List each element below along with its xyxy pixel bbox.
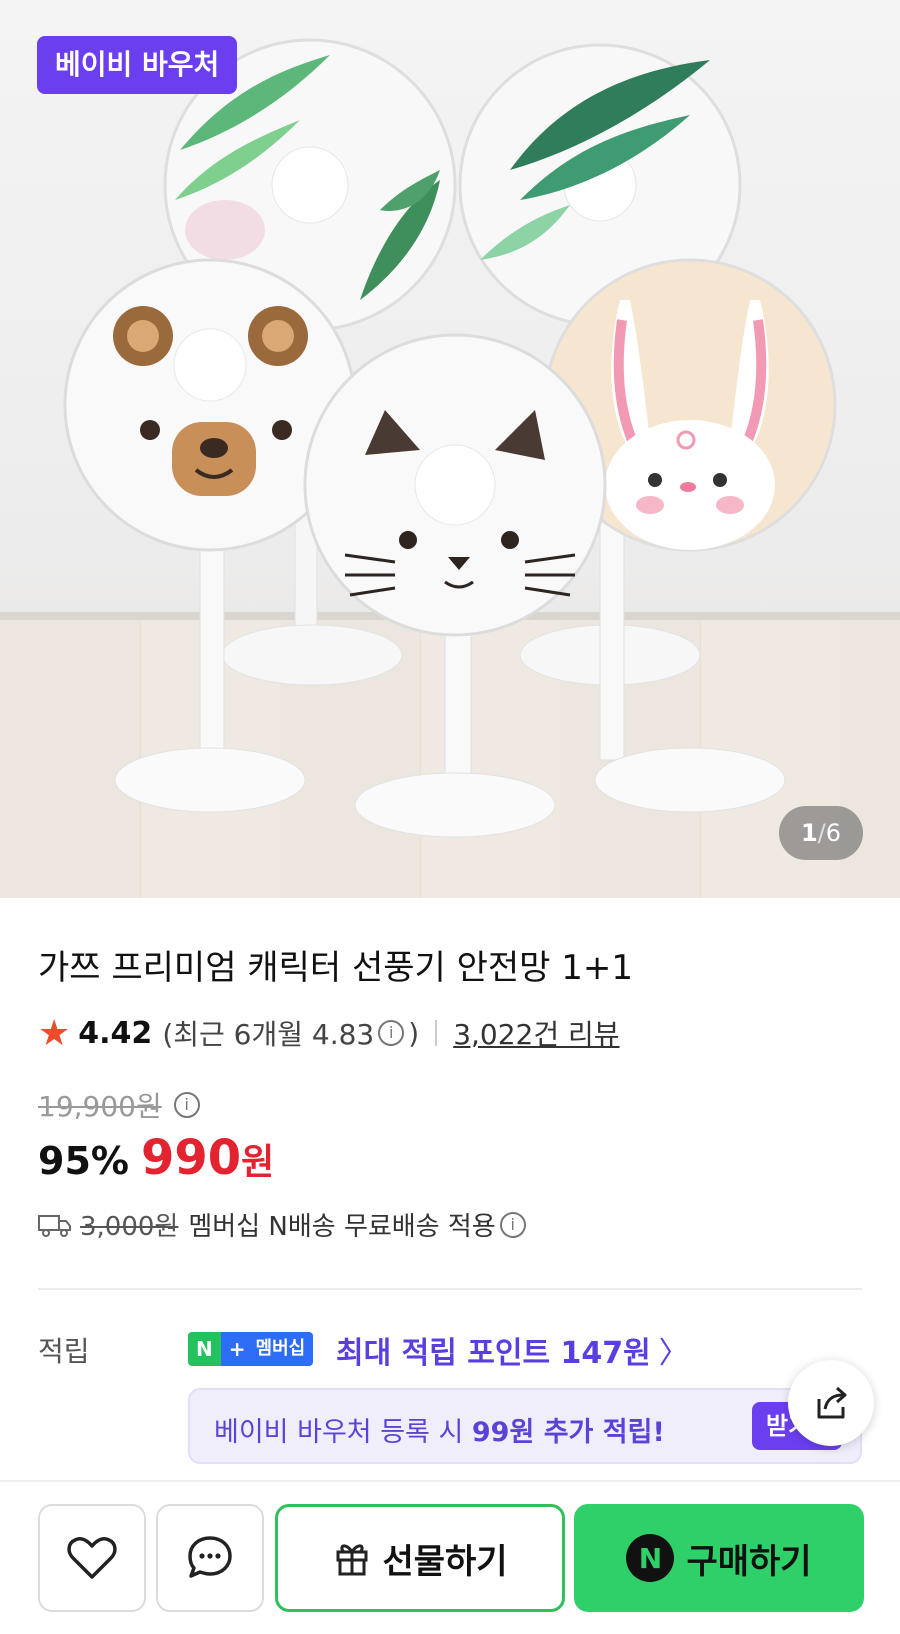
share-button[interactable] <box>788 1360 874 1446</box>
voucher-prefix: 베이비 바우처 등록 시 <box>214 1417 472 1448</box>
divider <box>435 1020 438 1046</box>
voucher-text: 베이비 바우처 등록 시 99원 추가 적립! <box>214 1410 665 1449</box>
gift-label: 선물하기 <box>382 1541 508 1582</box>
badge-membership: 멤버십 <box>253 1332 314 1366</box>
delivery-truck-icon <box>38 1214 71 1237</box>
gift-icon <box>336 1544 368 1576</box>
shipping-text: 멤버십 N배송 무료배송 적용 <box>188 1212 496 1242</box>
badge-plus: + <box>220 1332 254 1366</box>
buy-label: 구매하기 <box>686 1541 812 1582</box>
buy-button[interactable]: N 구매하기 <box>574 1504 864 1612</box>
counter-total: 6 <box>825 819 842 847</box>
counter-current: 1 <box>800 819 818 847</box>
section-divider <box>38 1288 862 1290</box>
chat-button[interactable] <box>156 1504 264 1612</box>
recent-rating-close: ) <box>408 1016 420 1050</box>
reviews-link[interactable]: 3,022건 리뷰 <box>453 1013 619 1053</box>
chat-bubble-icon <box>188 1536 232 1578</box>
chevron-right-icon: 〉 <box>658 1336 689 1371</box>
rating-row: ★ 4.42 (최근 6개월 4.83 i ) 3,022건 리뷰 <box>38 1012 620 1054</box>
shipping-row: 3,000원 멤버십 N배송 무료배송 적용 i <box>38 1206 530 1243</box>
voucher-banner: 베이비 바우처 등록 시 99원 추가 적립! 받기 <box>188 1388 862 1464</box>
cat-fan <box>303 333 607 838</box>
gift-button[interactable]: 선물하기 <box>275 1504 565 1612</box>
price-unit: 원 <box>241 1142 275 1183</box>
n-plus-membership-badge: N + 멤버십 <box>188 1332 314 1366</box>
sale-price: 990 <box>140 1130 242 1186</box>
share-icon <box>817 1386 847 1419</box>
price-row: 95% 990 원 <box>38 1130 274 1186</box>
heart-icon <box>67 1537 117 1579</box>
max-points-text: 최대 적립 포인트 147원 <box>336 1336 651 1371</box>
info-icon[interactable]: i <box>378 1020 405 1046</box>
fan-product-photo <box>63 38 837 838</box>
points-label: 적립 <box>38 1335 90 1368</box>
rating-value: 4.42 <box>78 1015 153 1051</box>
bottom-action-bar: 선물하기 N 구매하기 <box>0 1480 900 1634</box>
product-image-carousel[interactable]: 베이비 바우처 1/6 <box>0 0 900 898</box>
voucher-amount: 99원 추가 적립! <box>471 1417 665 1448</box>
product-page: 베이비 바우처 1/6 가쯔 프리미엄 캐릭터 선풍기 안전망 1+1 ★ 4.… <box>0 0 900 1634</box>
original-shipping-fee: 3,000원 <box>80 1212 179 1242</box>
shipping-info-icon[interactable]: i <box>499 1211 526 1238</box>
discount-rate: 95% <box>38 1139 129 1183</box>
price-info-icon[interactable]: i <box>173 1092 200 1118</box>
original-price-row: 19,900원 i <box>38 1085 204 1125</box>
recent-rating: (최근 6개월 4.83 <box>162 1018 375 1051</box>
wishlist-button[interactable] <box>38 1504 146 1612</box>
badge-n: N <box>188 1332 221 1366</box>
baby-voucher-badge: 베이비 바우처 <box>37 36 238 94</box>
original-price: 19,900원 <box>38 1090 162 1123</box>
star-icon: ★ <box>38 1012 71 1054</box>
counter-separator: / <box>817 819 826 847</box>
image-counter: 1/6 <box>779 806 863 860</box>
max-points-link[interactable]: 최대 적립 포인트 147원 〉 <box>336 1328 689 1372</box>
naver-n-icon: N <box>626 1534 675 1582</box>
product-title: 가쯔 프리미엄 캐릭터 선풍기 안전망 1+1 <box>38 948 633 988</box>
